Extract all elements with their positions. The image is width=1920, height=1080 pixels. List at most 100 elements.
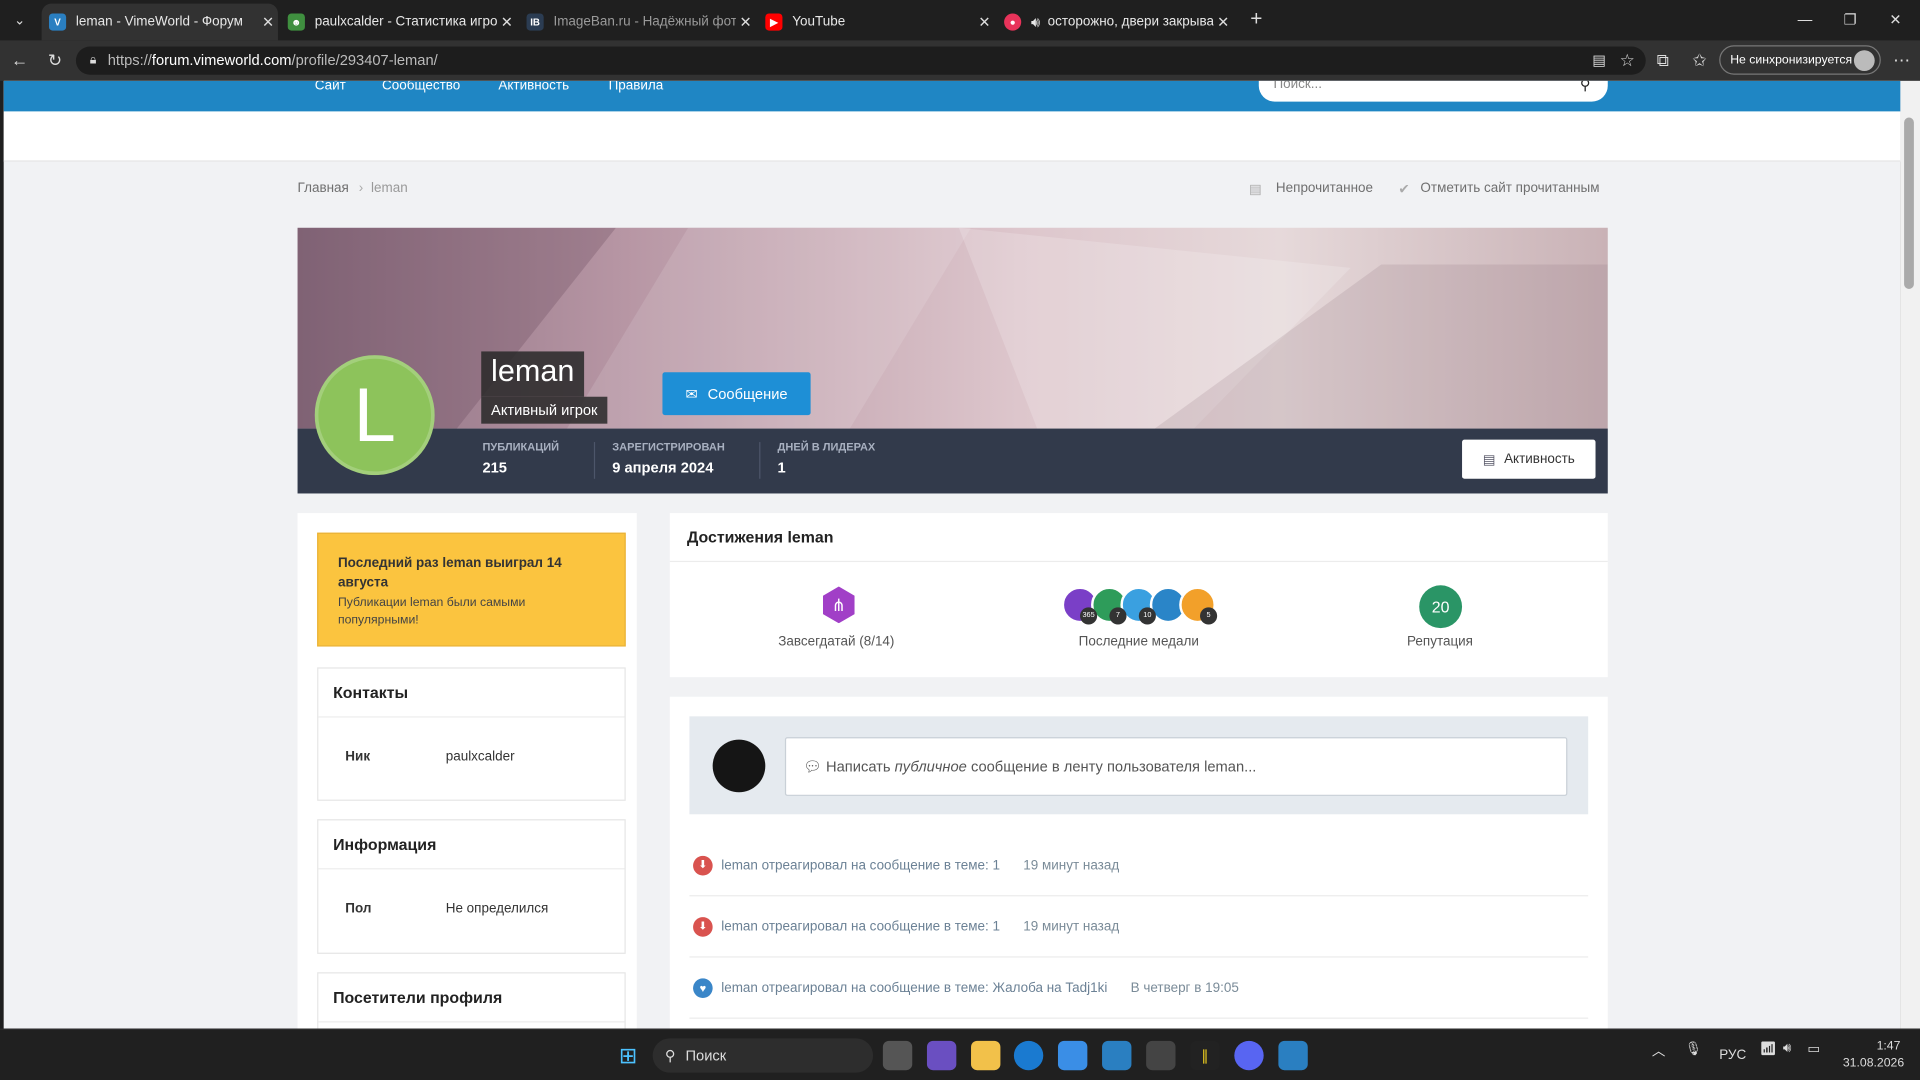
vimeworld-launcher-icon[interactable]	[1278, 1040, 1308, 1071]
back-icon[interactable]: ←	[7, 48, 31, 72]
clock-date[interactable]: 31.08.2026	[1843, 1057, 1904, 1070]
unread-icon: ▤	[1248, 182, 1262, 198]
profile-name: leman	[481, 351, 585, 397]
app-icon[interactable]: ∥	[1190, 1040, 1220, 1071]
close-tab-icon[interactable]: ✕	[736, 13, 756, 30]
search-icon[interactable]: ⚲	[1580, 81, 1591, 93]
medals-label: Последние медали	[1078, 634, 1199, 649]
profile-avatar[interactable]: L	[314, 355, 435, 476]
tray-expand-icon[interactable]: ︿	[1652, 1041, 1665, 1061]
current-user-avatar[interactable]	[712, 739, 766, 793]
language-indicator[interactable]: РУС	[1719, 1048, 1746, 1063]
page-content: Сайт Сообщество Активность Правила Поиск…	[3, 80, 1901, 1029]
profile-avatar-icon	[1853, 50, 1875, 72]
breadcrumb-current: leman	[371, 181, 408, 196]
extensions-icon[interactable]: ⧉	[1651, 48, 1675, 72]
nav-community[interactable]: Сообщество	[382, 81, 460, 93]
scrollbar-thumb[interactable]	[1904, 117, 1914, 289]
reputation-badge[interactable]: 20	[1419, 585, 1463, 629]
nav-activity[interactable]: Активность	[498, 81, 569, 93]
file-explorer-icon[interactable]	[971, 1040, 1001, 1071]
medal-count: 7	[1109, 607, 1127, 625]
tab-imageban[interactable]: IB ImageBan.ru - Надёжный фотохо ✕	[519, 4, 755, 41]
music-icon: ●	[1004, 13, 1022, 31]
medal-count: 10	[1138, 607, 1156, 625]
activity-button-label: Активность	[1504, 451, 1575, 467]
tab-stats[interactable]: ☻ paulxcalder - Статистика игрока V ✕	[280, 4, 516, 41]
leader-text: Публикации leman были самыми популярными…	[337, 596, 526, 627]
tab-title: осторожно, двери закрывак	[1047, 14, 1214, 30]
mark-read-link[interactable]: Отметить сайт прочитанным	[1420, 181, 1599, 196]
contacts-panel: Контакты Ник paulxcalder	[317, 667, 626, 801]
tab-youtube[interactable]: ▶ YouTube ✕	[758, 4, 994, 41]
contact-value: paulxcalder	[445, 749, 515, 765]
nav-rules[interactable]: Правила	[609, 81, 664, 93]
unread-link[interactable]: Непрочитанное	[1276, 181, 1373, 196]
mouse-app-icon[interactable]	[1146, 1040, 1176, 1071]
new-tab-icon[interactable]: +	[1244, 7, 1268, 31]
tab-title: leman - VimeWorld - Форум	[75, 14, 243, 30]
tab-actions-menu-icon[interactable]: ⌄	[7, 7, 31, 31]
achievements-heading: Достижения leman	[669, 513, 1608, 563]
imageban-icon: IB	[526, 13, 544, 31]
profile-sync-button[interactable]: Не синхронизируется	[1719, 45, 1881, 75]
tab-title: YouTube	[792, 14, 846, 30]
activity-button[interactable]: ▤ Активность	[1462, 439, 1596, 479]
profile-title: Активный игрок	[481, 396, 608, 424]
feed-item-time: 19 минут назад	[1023, 857, 1120, 873]
feed-item-text[interactable]: leman отреагировал на сообщение в теме: …	[721, 980, 1107, 995]
breadcrumb-home[interactable]: Главная	[298, 181, 349, 196]
vimeworld-app-icon[interactable]	[1102, 1040, 1132, 1071]
restore-icon[interactable]: ❐	[1836, 7, 1865, 31]
contact-key: Ник	[345, 749, 371, 765]
volume-icon[interactable]: 🔊︎	[1783, 1041, 1791, 1057]
message-button[interactable]: ✉ Сообщение	[662, 372, 811, 416]
url-text[interactable]: https://forum.vimeworld.com/profile/2934…	[108, 51, 438, 68]
reader-mode-icon[interactable]: ▤	[1587, 48, 1611, 72]
tab-audio[interactable]: ● 🔊︎ осторожно, двери закрывак ✕	[997, 4, 1233, 41]
nav-site[interactable]: Сайт	[315, 81, 346, 93]
search-icon: ⚲	[664, 1046, 676, 1065]
status-input[interactable]: 💬︎ Написать публичное сообщение в ленту …	[784, 737, 1568, 796]
taskbar-search[interactable]: ⚲ Поиск	[652, 1038, 874, 1073]
site-nav	[3, 80, 1901, 112]
close-tab-icon[interactable]: ✕	[497, 13, 517, 30]
close-tab-icon[interactable]: ✕	[975, 13, 995, 30]
clock-time[interactable]: 1:47	[1869, 1040, 1901, 1053]
start-icon[interactable]: ⊞	[613, 1041, 642, 1070]
envelope-icon: ✉	[685, 385, 698, 403]
visitors-heading: Посетители профиля	[318, 973, 625, 1023]
feed-item: ⬇ leman отреагировал на сообщение в теме:…	[689, 896, 1589, 958]
info-heading: Информация	[318, 820, 625, 870]
sync-label: Не синхронизируется	[1730, 53, 1853, 67]
wifi-icon[interactable]: 📶︎	[1760, 1041, 1777, 1057]
stat-joined: ЗАРЕГИСТРИРОВАН 9 апреля 2024	[612, 440, 725, 477]
speaker-icon[interactable]: 🔊︎	[1031, 13, 1040, 31]
store-icon[interactable]	[1057, 1040, 1088, 1071]
lock-icon[interactable]: 🔒︎	[81, 48, 105, 72]
favorite-star-icon[interactable]: ☆	[1615, 48, 1639, 72]
tab-forum[interactable]: V leman - VimeWorld - Форум ✕	[41, 3, 278, 41]
more-menu-icon[interactable]: ⋯	[1889, 48, 1913, 72]
contacts-heading: Контакты	[318, 669, 625, 718]
taskbar-search-label: Поиск	[685, 1046, 727, 1065]
m365-icon[interactable]	[926, 1040, 957, 1071]
microphone-icon[interactable]: 🎙︎	[1685, 1041, 1702, 1057]
feed-item-text[interactable]: leman отреагировал на сообщение в теме: …	[721, 919, 1000, 934]
comment-icon: 💬︎	[803, 757, 827, 776]
favorites-icon[interactable]: ✩	[1687, 48, 1711, 72]
rank-label: Завсегдатай (8/14)	[778, 634, 895, 649]
stat-posts: ПУБЛИКАЦИЙ 215	[482, 440, 560, 477]
info-value: Не определился	[445, 901, 549, 916]
close-tab-icon[interactable]: ✕	[1213, 13, 1233, 30]
discord-icon[interactable]	[1234, 1040, 1264, 1071]
refresh-icon[interactable]: ↻	[43, 48, 67, 72]
minimize-icon[interactable]: —	[1790, 7, 1819, 31]
edge-icon[interactable]	[1013, 1040, 1044, 1071]
battery-icon[interactable]: ▭	[1807, 1041, 1820, 1057]
close-tab-icon[interactable]: ✕	[258, 13, 278, 30]
site-search-input[interactable]: Поиск... ⚲	[1258, 80, 1608, 102]
close-window-icon[interactable]: ✕	[1881, 7, 1910, 31]
task-view-icon[interactable]	[882, 1040, 913, 1071]
feed-item-text[interactable]: leman отреагировал на сообщение в теме: …	[721, 858, 1000, 873]
